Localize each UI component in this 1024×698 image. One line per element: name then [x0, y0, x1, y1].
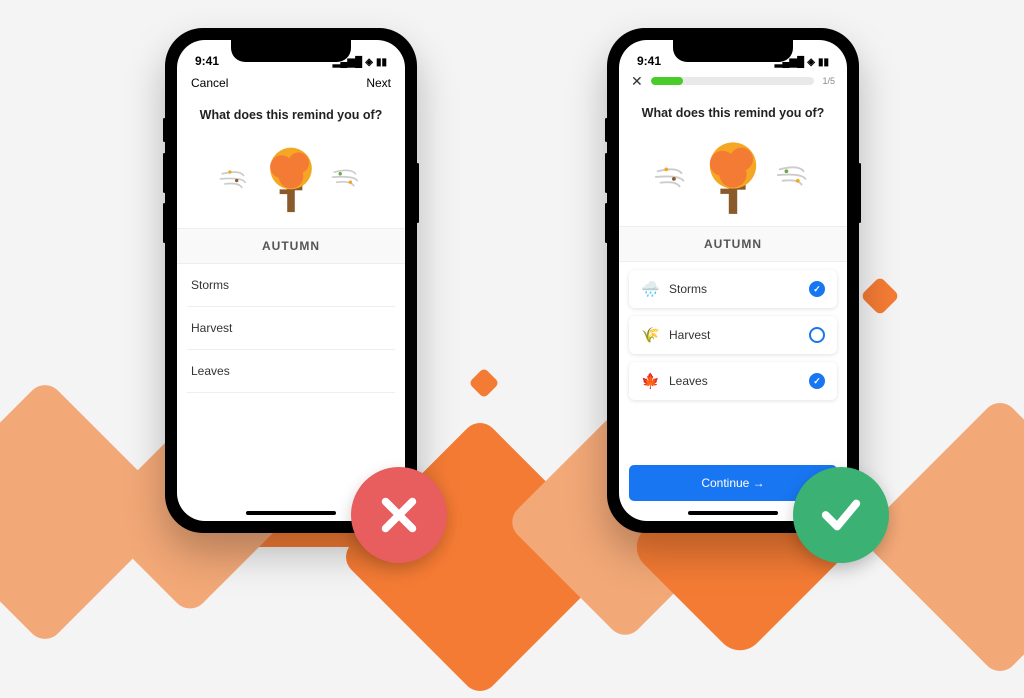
tree-icon — [262, 142, 320, 214]
phone-mockup-good: 9:41 ▂▄▆█ ◈ ▮▮ ✕ 1/5 What does this remi… — [607, 28, 859, 533]
option-card[interactable]: 🌾 Harvest — [629, 316, 837, 354]
radio-unchecked[interactable] — [809, 327, 825, 343]
option-label: Harvest — [669, 328, 799, 342]
radio-checked[interactable] — [809, 281, 825, 297]
wifi-icon: ◈ — [807, 57, 815, 68]
option-label: Leaves — [669, 374, 799, 388]
tree-icon — [701, 136, 765, 216]
storm-icon: 🌧️ — [641, 280, 659, 298]
leaf-icon: 🍁 — [641, 372, 659, 390]
phone-mockup-bad: 9:41 ▂▄▆█ ◈ ▮▮ Cancel Next What does thi… — [165, 28, 417, 533]
wifi-icon: ◈ — [365, 57, 373, 68]
close-button[interactable]: ✕ — [631, 74, 643, 88]
harvest-icon: 🌾 — [641, 326, 659, 344]
status-time: 9:41 — [637, 54, 661, 68]
home-indicator — [688, 511, 778, 515]
verdict-badge-bad — [351, 467, 447, 563]
illustration — [619, 126, 847, 226]
question-text: What does this remind you of? — [177, 94, 405, 128]
word-banner: AUTUMN — [619, 226, 847, 262]
status-time: 9:41 — [195, 54, 219, 68]
cross-icon — [376, 492, 422, 538]
options-list: 🌧️ Storms 🌾 Harvest 🍁 Leaves — [619, 262, 847, 408]
battery-icon: ▮▮ — [376, 57, 387, 68]
word-banner: AUTUMN — [177, 228, 405, 264]
progress-bar — [651, 77, 815, 85]
option-item[interactable]: Leaves — [187, 350, 395, 393]
radio-checked[interactable] — [809, 373, 825, 389]
next-button[interactable]: Next — [366, 76, 391, 90]
wind-icon — [330, 164, 364, 192]
wind-icon — [218, 164, 252, 192]
illustration — [177, 128, 405, 228]
option-item[interactable]: Storms — [187, 264, 395, 307]
options-list: Storms Harvest Leaves — [177, 264, 405, 393]
home-indicator — [246, 511, 336, 515]
cancel-button[interactable]: Cancel — [191, 76, 228, 90]
verdict-badge-good — [793, 467, 889, 563]
option-card[interactable]: 🌧️ Storms — [629, 270, 837, 308]
progress-count: 1/5 — [822, 76, 835, 86]
wind-icon — [775, 161, 813, 191]
check-icon — [818, 492, 864, 538]
wind-icon — [653, 161, 691, 191]
option-label: Storms — [669, 282, 799, 296]
option-card[interactable]: 🍁 Leaves — [629, 362, 837, 400]
question-text: What does this remind you of? — [619, 92, 847, 126]
option-item[interactable]: Harvest — [187, 307, 395, 350]
battery-icon: ▮▮ — [818, 57, 829, 68]
